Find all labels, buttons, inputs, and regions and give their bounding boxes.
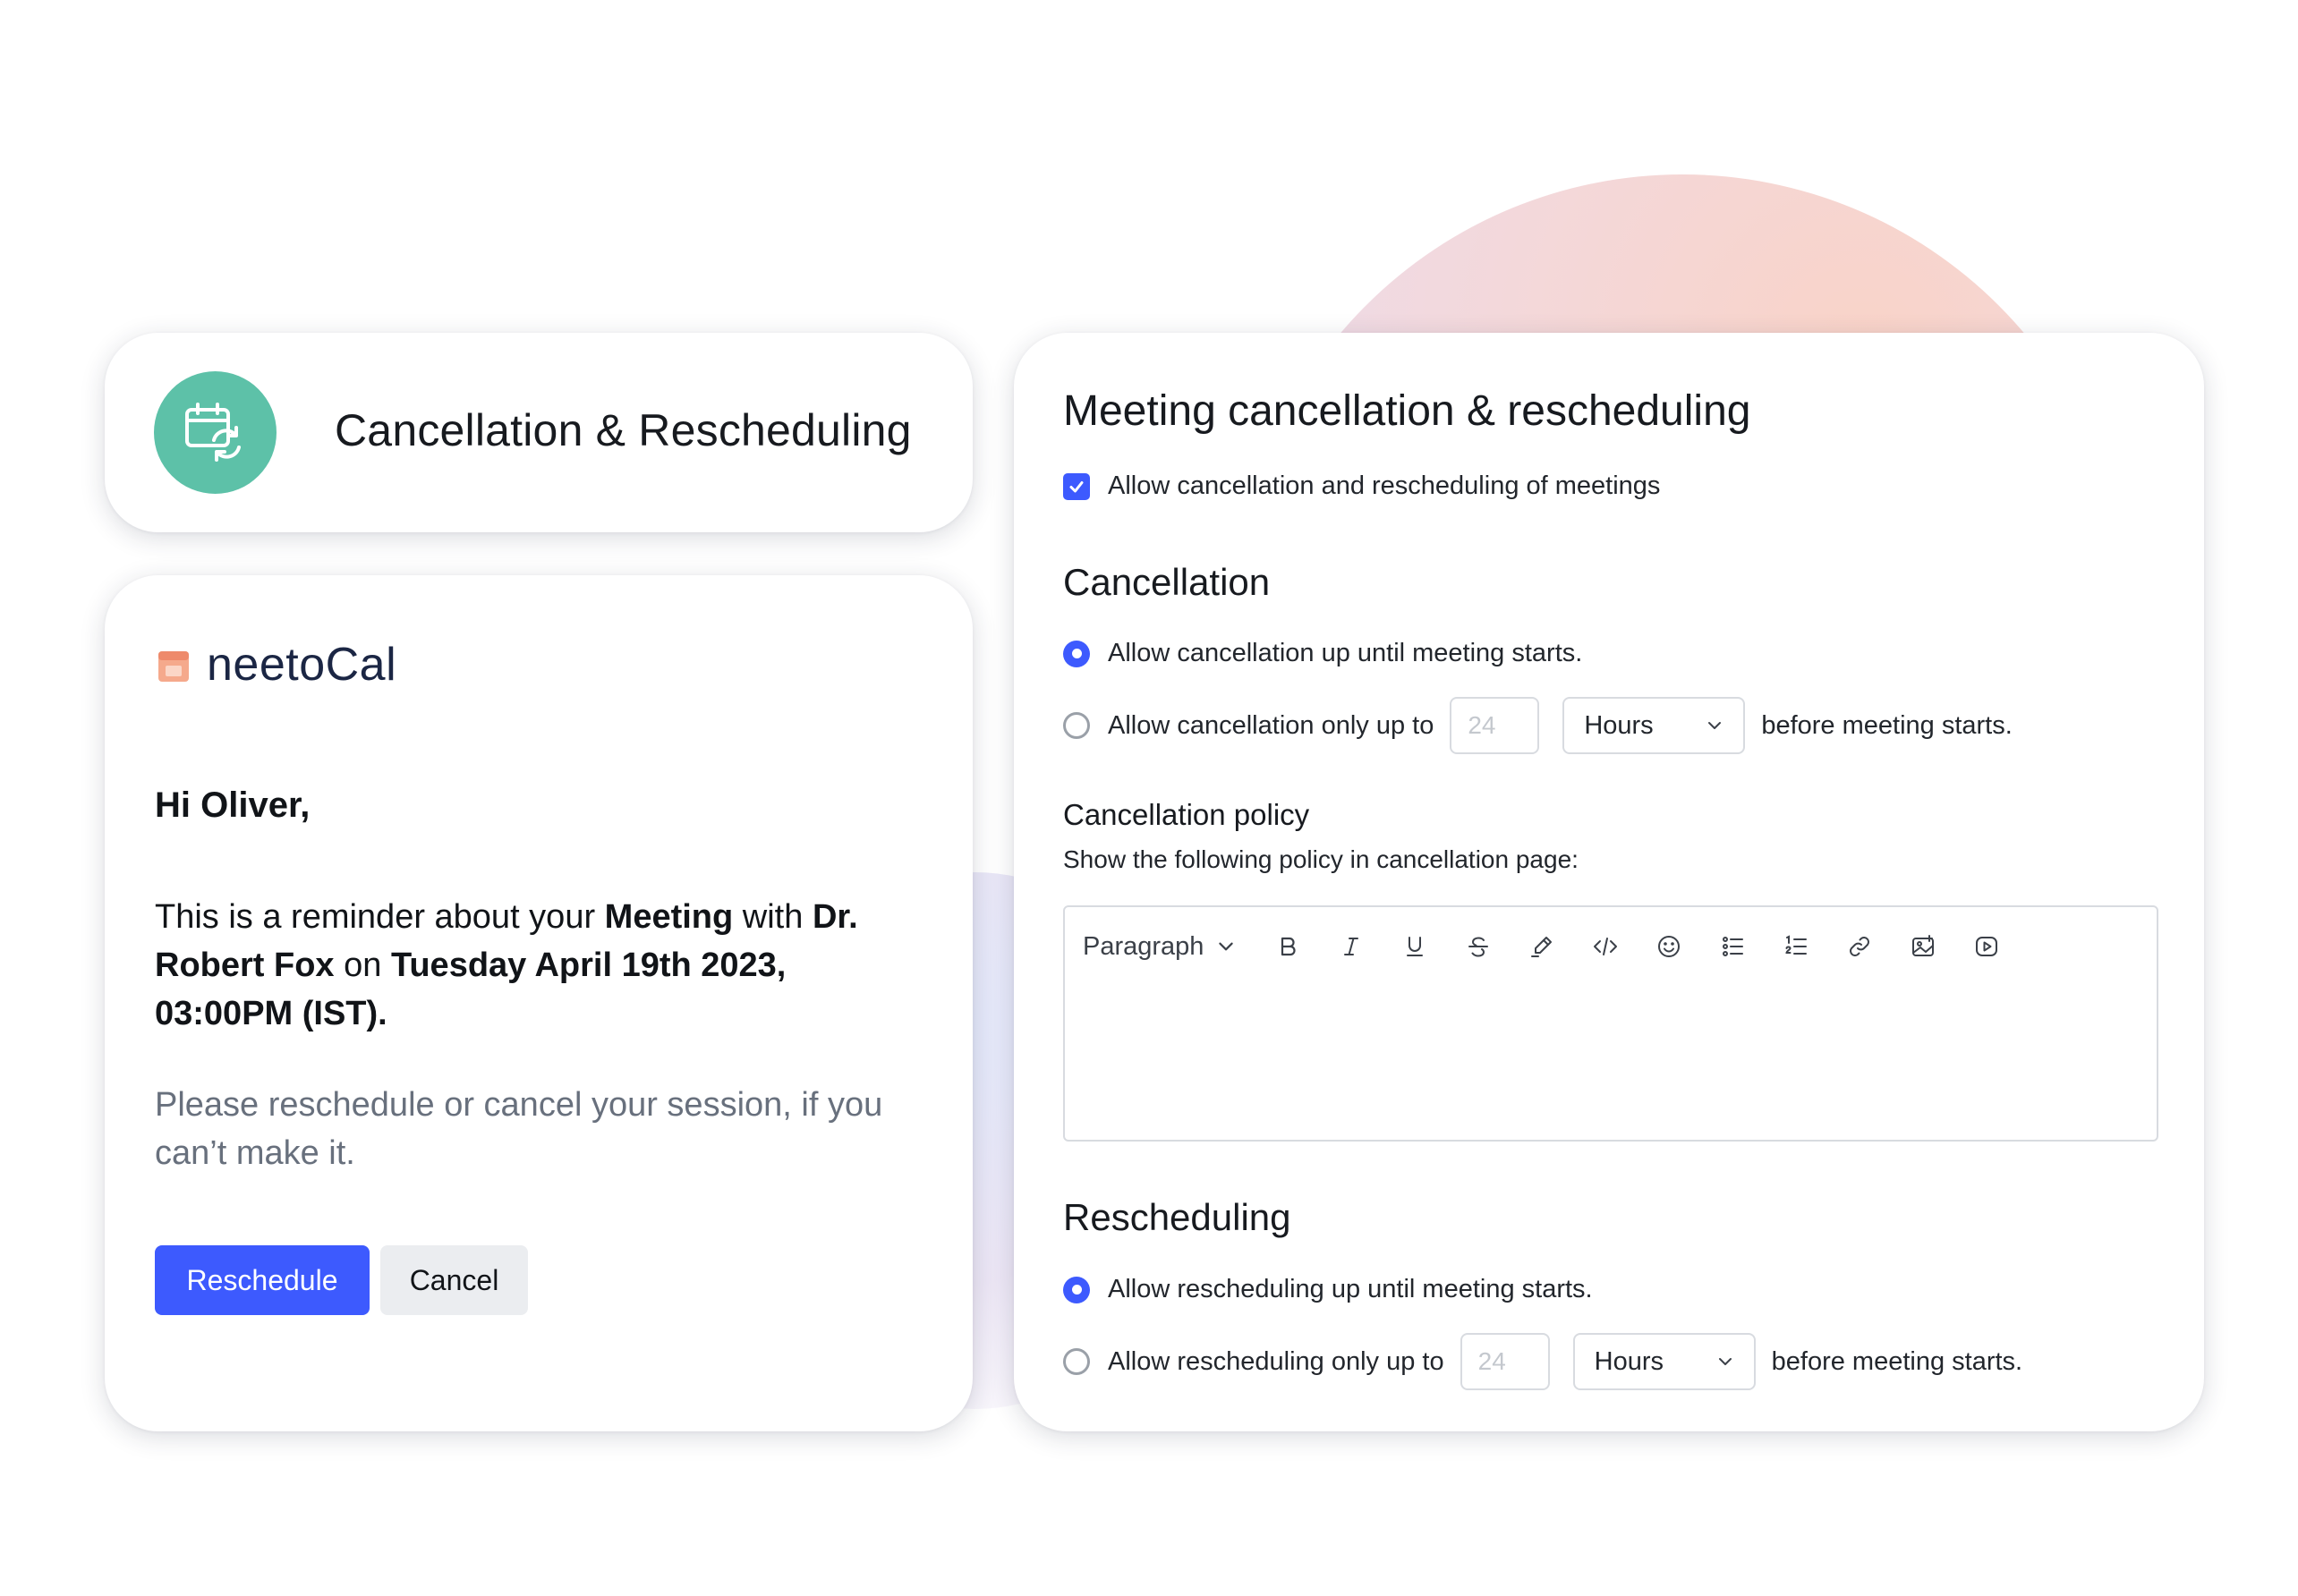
- emoji-icon[interactable]: [1637, 925, 1700, 968]
- email-reminder-text: This is a reminder about your Meeting wi…: [155, 898, 858, 1032]
- check-icon: [1069, 480, 1084, 492]
- rescheduling-until-label: Allow rescheduling up until meeting star…: [1108, 1275, 1593, 1303]
- italic-icon[interactable]: [1319, 925, 1383, 968]
- cancellation-policy-subtext: Show the following policy in cancellatio…: [1063, 845, 1579, 873]
- settings-card: Meeting cancellation & rescheduling Allo…: [1014, 333, 2204, 1431]
- strikethrough-icon[interactable]: [1446, 925, 1510, 968]
- neetocal-logo: neetoCal: [158, 638, 396, 692]
- feature-header-card: Cancellation & Rescheduling: [105, 333, 973, 532]
- cancellation-until-label: Allow cancellation up until meeting star…: [1108, 639, 1583, 667]
- allow-checkbox-label: Allow cancellation and rescheduling of m…: [1108, 471, 1661, 500]
- cancellation-limited-radio[interactable]: [1063, 712, 1090, 739]
- meeting-type: Meeting: [604, 898, 734, 936]
- cancellation-heading: Cancellation: [1063, 561, 1271, 603]
- underline-icon[interactable]: [1383, 925, 1446, 968]
- cancellation-policy-heading: Cancellation policy: [1063, 798, 1310, 831]
- cancellation-option-until[interactable]: Allow cancellation up until meeting star…: [1063, 639, 1582, 668]
- rescheduling-option-limited[interactable]: Allow rescheduling only up to 24 Hours b…: [1063, 1333, 2022, 1390]
- cancellation-until-radio[interactable]: [1063, 640, 1090, 667]
- rescheduling-until-radio[interactable]: [1063, 1276, 1090, 1303]
- cancellation-unit-value: Hours: [1584, 710, 1654, 740]
- video-icon[interactable]: [1954, 925, 2018, 968]
- header-title: Cancellation & Rescheduling: [335, 405, 912, 455]
- cancellation-limited-label: Allow cancellation only up to: [1108, 710, 1434, 740]
- chevron-down-icon: [1718, 1358, 1732, 1365]
- bold-icon[interactable]: [1255, 925, 1319, 968]
- rescheduling-limited-radio[interactable]: [1063, 1348, 1090, 1375]
- link-icon[interactable]: [1827, 925, 1891, 968]
- chevron-down-icon: [1708, 722, 1722, 729]
- rescheduling-heading: Rescheduling: [1063, 1196, 1291, 1238]
- rescheduling-unit-value: Hours: [1594, 1346, 1664, 1376]
- reschedule-button[interactable]: Reschedule: [155, 1245, 370, 1315]
- cancellation-hours-input[interactable]: 24: [1450, 697, 1540, 754]
- rescheduling-suffix: before meeting starts.: [1771, 1346, 2023, 1376]
- email-preview-card: neetoCal Hi Oliver, This is a reminder a…: [105, 575, 973, 1431]
- cancellation-suffix: before meeting starts.: [1761, 710, 2013, 740]
- code-icon[interactable]: [1573, 925, 1637, 968]
- paragraph-format-dropdown[interactable]: Paragraph: [1083, 932, 1236, 962]
- rescheduling-limited-label: Allow rescheduling only up to: [1108, 1346, 1444, 1376]
- settings-title: Meeting cancellation & rescheduling: [1063, 387, 1751, 435]
- policy-rich-text-editor[interactable]: Paragraph: [1063, 905, 2158, 1142]
- calendar-sync-icon: [154, 371, 277, 494]
- paragraph-format-label: Paragraph: [1083, 931, 1204, 961]
- email-greeting: Hi Oliver,: [155, 785, 311, 825]
- image-icon[interactable]: [1891, 925, 1954, 968]
- cancellation-option-limited[interactable]: Allow cancellation only up to 24 Hours b…: [1063, 697, 2013, 754]
- chevron-down-icon: [1219, 942, 1234, 951]
- neetocal-logo-icon: [158, 651, 189, 682]
- cancellation-unit-select[interactable]: Hours: [1562, 697, 1746, 754]
- highlight-icon[interactable]: [1510, 925, 1573, 968]
- editor-toolbar: Paragraph: [1083, 925, 2018, 968]
- logo-text: neetoCal: [207, 639, 397, 691]
- numbered-list-icon[interactable]: [1764, 925, 1827, 968]
- bullet-list-icon[interactable]: [1700, 925, 1764, 968]
- rescheduling-hours-input[interactable]: 24: [1460, 1333, 1550, 1390]
- allow-cancel-reschedule-row[interactable]: Allow cancellation and rescheduling of m…: [1063, 471, 1660, 501]
- cancel-button[interactable]: Cancel: [380, 1245, 528, 1315]
- email-instructions: Please reschedule or cancel your session…: [155, 1086, 883, 1172]
- allow-cancel-reschedule-checkbox[interactable]: [1063, 472, 1090, 500]
- rescheduling-option-until[interactable]: Allow rescheduling up until meeting star…: [1063, 1275, 1593, 1304]
- rescheduling-unit-select[interactable]: Hours: [1572, 1333, 1756, 1390]
